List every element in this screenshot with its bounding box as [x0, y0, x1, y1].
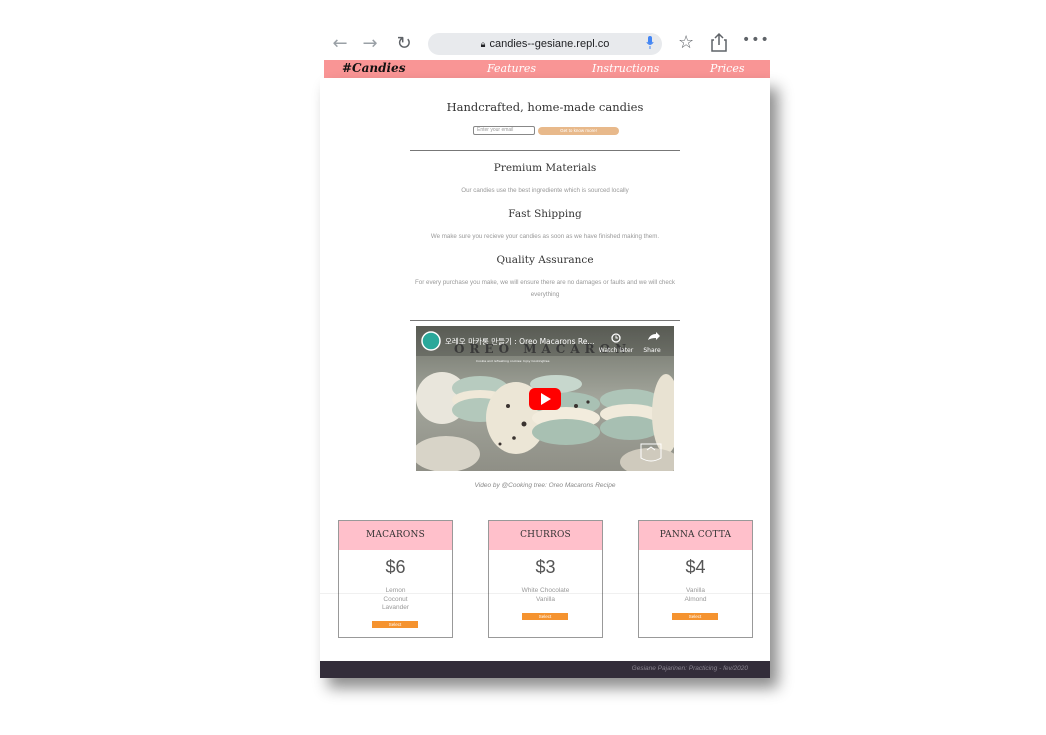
email-input[interactable]: Enter your email	[473, 126, 535, 135]
nav-link-instructions[interactable]: Instructions	[592, 62, 659, 75]
price-card-macarons: MACARONS $6 Lemon Coconut Lavander Selec…	[338, 520, 453, 638]
divider	[410, 320, 680, 321]
share-label[interactable]: Share	[643, 347, 661, 354]
flavor-item: Coconut	[383, 595, 408, 603]
footer: Gesiane Pajarinen: Practicing - fev/2020	[320, 661, 770, 678]
price-card-panna-cotta: PANNA COTTA $4 Vanilla Almond Select	[638, 520, 753, 638]
flavor-item: Vanilla	[535, 595, 556, 603]
nav-link-prices[interactable]: Prices	[710, 62, 745, 75]
more-menu-icon[interactable]: •••	[742, 32, 770, 48]
back-arrow-icon[interactable]: ←	[330, 34, 350, 54]
nav-link-features[interactable]: Features	[487, 62, 536, 75]
select-button[interactable]: Select	[372, 621, 418, 628]
watch-later-label[interactable]: Watch later	[599, 347, 634, 354]
select-button[interactable]: Select	[672, 613, 718, 620]
feature-text: For every purchase you make, we will ens…	[415, 279, 675, 298]
flavor-item: White Chocolate	[521, 587, 570, 594]
forward-arrow-icon[interactable]: →	[360, 34, 380, 54]
price-value: $6	[385, 557, 406, 577]
play-button-icon[interactable]	[529, 388, 561, 410]
share-icon[interactable]	[710, 32, 728, 52]
video-subtitle: Cookie and refreshing cookies: Injoy Coo…	[476, 359, 550, 363]
bookmark-star-icon[interactable]: ☆	[678, 32, 694, 53]
flavor-item: Lavander	[381, 604, 410, 611]
microphone-icon[interactable]	[646, 36, 654, 50]
feature-text: Our candies use the best ingrediente whi…	[461, 187, 629, 194]
footer-text: Gesiane Pajarinen: Practicing - fev/2020	[631, 665, 748, 672]
flavor-list: White Chocolate Vanilla	[489, 587, 602, 604]
flavor-item: Almond	[684, 595, 707, 603]
feature-title: Premium Materials	[493, 162, 597, 174]
price-value: $4	[685, 557, 706, 577]
price-card-title: CHURROS	[489, 521, 602, 550]
divider	[410, 150, 680, 151]
select-button[interactable]: Select	[522, 613, 568, 620]
feature-title: Fast Shipping	[508, 208, 582, 220]
price-card-churros: CHURROS $3 White Chocolate Vanilla Selec…	[488, 520, 603, 638]
channel-avatar[interactable]	[421, 331, 441, 351]
price-card-title: PANNA COTTA	[639, 521, 752, 550]
feature-text: We make sure you recieve your candies as…	[430, 233, 660, 240]
page-content: Handcrafted, home-made candies Enter you…	[320, 78, 770, 678]
reload-icon[interactable]: ↻	[394, 34, 414, 54]
browser-toolbar: ← → ↻ 🔒︎ candies--gesiane.repl.co ☆ •••	[324, 28, 770, 60]
address-bar[interactable]: 🔒︎ candies--gesiane.repl.co	[428, 33, 662, 55]
feature-title: Quality Assurance	[496, 254, 594, 266]
flavor-list: Vanilla Almond	[639, 587, 752, 604]
url-text: candies--gesiane.repl.co	[489, 38, 610, 50]
flavor-list: Lemon Coconut Lavander	[339, 587, 452, 613]
get-to-know-more-button[interactable]: Get to know more!	[538, 127, 619, 135]
flavor-item: Vanilla	[685, 587, 706, 594]
video-caption: Video by @Cooking tree: Oreo Macarons Re…	[474, 482, 616, 489]
price-card-title: MACARONS	[339, 521, 452, 550]
video-embed[interactable]: 오레오 마카롱 만들기 : Oreo Macarons Re... OREO M…	[416, 326, 674, 471]
divider	[320, 593, 770, 594]
flavor-item: Lemon	[385, 587, 406, 594]
price-value: $3	[535, 557, 556, 577]
hero-title: Handcrafted, home-made candies	[446, 100, 644, 114]
site-navbar: #Candies Features Instructions Prices	[324, 60, 770, 78]
lock-icon: 🔒︎	[480, 38, 486, 49]
site-brand[interactable]: #Candies	[342, 61, 405, 75]
